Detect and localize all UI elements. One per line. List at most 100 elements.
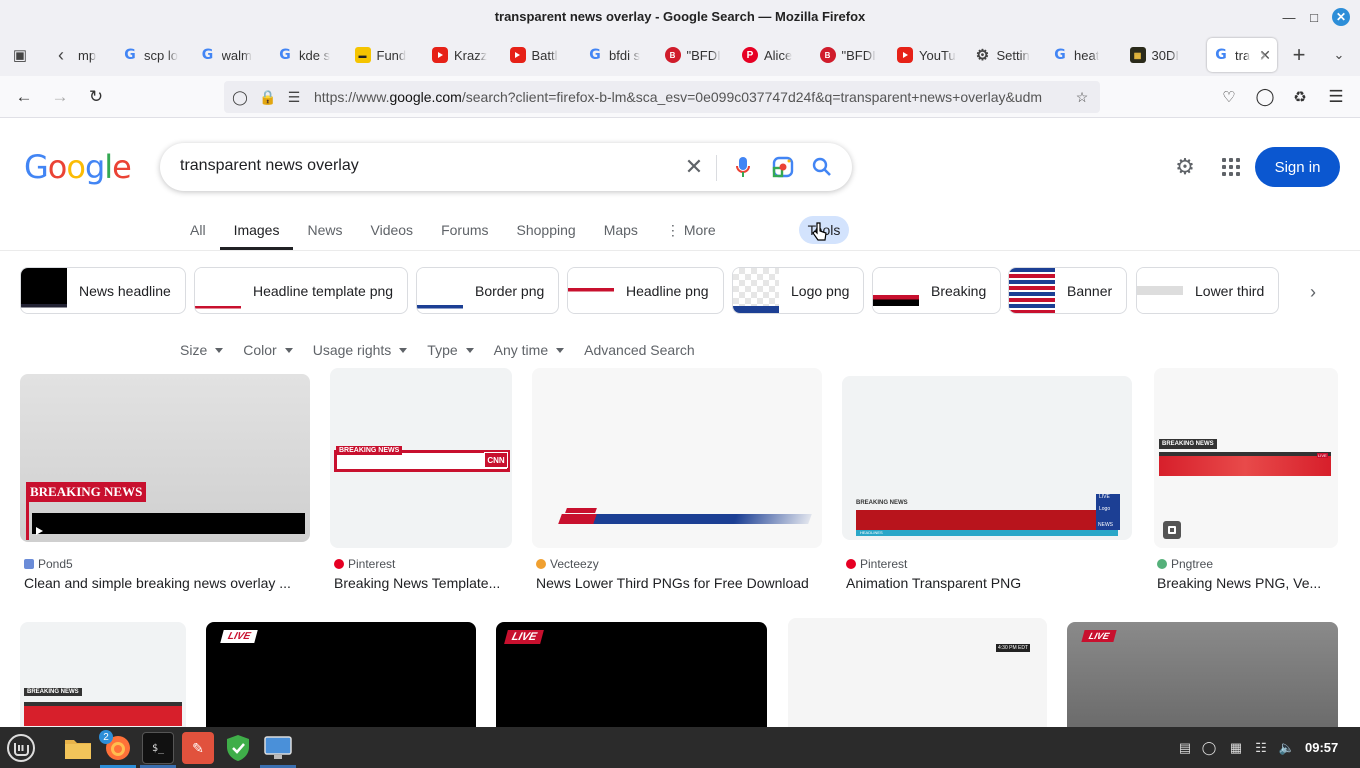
account-icon[interactable]: ◯	[1254, 86, 1276, 108]
file-manager-icon[interactable]	[62, 732, 94, 764]
result-image[interactable]: LIVE	[496, 622, 767, 732]
search-submit-icon[interactable]	[810, 155, 834, 179]
close-window-icon[interactable]: ✕	[1332, 8, 1350, 26]
clipboard-tray-icon[interactable]: ▤	[1176, 739, 1194, 757]
chip-news-headline[interactable]: News headline	[20, 267, 186, 314]
search-input[interactable]	[180, 157, 660, 175]
search-tab-news[interactable]: News	[293, 216, 356, 250]
maximize-icon[interactable]: □	[1305, 8, 1323, 26]
chips-next-icon[interactable]: ›	[1300, 279, 1326, 305]
pocket-icon[interactable]: ♡	[1218, 86, 1240, 108]
chip-breaking[interactable]: Breaking	[872, 267, 1002, 314]
tab-overview-icon[interactable]: ▣	[9, 44, 31, 66]
terminal-icon[interactable]: $_	[142, 732, 174, 764]
browser-tab[interactable]: YouTu	[891, 38, 969, 72]
chip-headline-template-png[interactable]: Headline template png	[194, 267, 409, 314]
result-image[interactable]: BREAKING NEWS LIVE	[1154, 368, 1338, 548]
reload-icon[interactable]: ↻	[85, 86, 107, 108]
permissions-icon[interactable]: ☰	[284, 87, 304, 107]
search-tab-more[interactable]: ⋮ More	[652, 216, 730, 250]
chip-border-png[interactable]: Border png	[416, 267, 560, 314]
search-tab-forums[interactable]: Forums	[427, 216, 502, 250]
search-tab-maps[interactable]: Maps	[590, 216, 652, 250]
result-image[interactable]: 4:30 PM EDT	[788, 618, 1047, 732]
result-title[interactable]: Breaking News PNG, Ve...	[1157, 575, 1337, 591]
chip-logo-png[interactable]: Logo png	[732, 267, 865, 314]
forward-icon[interactable]: →	[49, 86, 71, 108]
browser-tab[interactable]: ▬ Fund	[349, 38, 427, 72]
browser-tab[interactable]: ⚙ Settin	[969, 38, 1047, 72]
google-apps-icon[interactable]	[1220, 156, 1242, 178]
lock-icon[interactable]: 🔒	[258, 87, 278, 107]
new-tab-icon[interactable]: +	[1288, 42, 1310, 67]
google-logo[interactable]: Google	[24, 148, 132, 186]
url-text[interactable]: https://www.google.com/search?client=fir…	[314, 89, 1062, 105]
result-image[interactable]: LIVE	[206, 622, 476, 732]
browser-tab[interactable]: Gscp lo	[116, 38, 194, 72]
browser-tab[interactable]: Gheat	[1046, 38, 1124, 72]
volume-tray-icon[interactable]: 🔈	[1278, 739, 1296, 757]
shield-tray-icon[interactable]: ◯	[1200, 739, 1218, 757]
search-tab-videos[interactable]: Videos	[357, 216, 428, 250]
result-image[interactable]	[532, 368, 822, 548]
result-title[interactable]: Clean and simple breaking news overlay .…	[24, 575, 310, 591]
browser-tab[interactable]: Gwalm	[194, 38, 272, 72]
back-icon[interactable]: ←	[13, 86, 35, 108]
extensions-icon[interactable]: ♻	[1289, 86, 1311, 108]
start-menu-icon[interactable]	[5, 732, 37, 764]
url-bar[interactable]: ◯ 🔒 ☰ https://www.google.com/search?clie…	[224, 81, 1100, 113]
sign-in-button[interactable]: Sign in	[1255, 147, 1340, 187]
result-image[interactable]: BREAKING NEWS LIVE Logo NEWS HEADLINES	[842, 376, 1132, 540]
browser-tab[interactable]: ▦ 30DI	[1124, 38, 1202, 72]
network-tray-icon[interactable]: ☷	[1252, 739, 1270, 757]
result-title[interactable]: Animation Transparent PNG	[846, 575, 1136, 591]
minimize-icon[interactable]: —	[1280, 8, 1298, 26]
filter-usage-rights[interactable]: Usage rights	[313, 342, 408, 358]
list-all-tabs-icon[interactable]: ⌄	[1328, 44, 1350, 66]
shield-app-icon[interactable]	[222, 732, 254, 764]
lens-search-icon[interactable]	[771, 155, 795, 179]
filter-size[interactable]: Size	[180, 342, 224, 358]
result-source[interactable]: Pngtree	[1157, 557, 1213, 571]
filter-color[interactable]: Color	[243, 342, 293, 358]
menu-icon[interactable]: ☰	[1325, 86, 1347, 108]
chip-lower-third[interactable]: Lower third	[1136, 267, 1280, 314]
filter-advanced-search[interactable]: Advanced Search	[584, 342, 695, 358]
sticky-notes-icon[interactable]: ✎	[182, 732, 214, 764]
browser-tab[interactable]: Krazz	[426, 38, 504, 72]
search-tab-shopping[interactable]: Shopping	[503, 216, 590, 250]
search-tab-images[interactable]: Images	[219, 216, 294, 250]
chip-banner[interactable]: Banner	[1008, 267, 1128, 314]
voice-search-icon[interactable]	[731, 155, 755, 179]
browser-tab[interactable]: mp	[72, 38, 116, 72]
tabs-scroll-right-icon[interactable]: ›	[1252, 44, 1274, 66]
display-settings-icon[interactable]	[262, 732, 294, 764]
browser-tab[interactable]: B "BFDI	[659, 38, 737, 72]
result-image[interactable]: BREAKING NEWS CNN	[330, 368, 512, 548]
clear-search-icon[interactable]: ✕	[682, 154, 706, 179]
browser-tab[interactable]: B "BFDI	[814, 38, 892, 72]
result-title[interactable]: Breaking News Template...	[334, 575, 512, 591]
settings-gear-icon[interactable]: ⚙	[1172, 154, 1198, 180]
chip-headline-png[interactable]: Headline png	[567, 267, 724, 314]
shield-icon[interactable]: ◯	[230, 87, 250, 107]
result-image[interactable]: BREAKING NEWS	[20, 374, 310, 542]
search-box[interactable]: ✕	[160, 143, 852, 191]
filter-type[interactable]: Type	[427, 342, 474, 358]
clock[interactable]: 09:57	[1305, 740, 1338, 755]
result-source[interactable]: Pond5	[24, 557, 73, 571]
browser-tab[interactable]: Gkde s	[271, 38, 349, 72]
filter-any-time[interactable]: Any time	[494, 342, 565, 358]
notes-tray-icon[interactable]: ▦	[1227, 739, 1245, 757]
result-source[interactable]: Pinterest	[846, 557, 907, 571]
browser-tab[interactable]: Gbfdi s	[581, 38, 659, 72]
result-source[interactable]: Vecteezy	[536, 557, 599, 571]
result-image[interactable]: BREAKING NEWS	[20, 622, 186, 732]
result-source[interactable]: Pinterest	[334, 557, 395, 571]
browser-tab[interactable]: Battl	[504, 38, 582, 72]
result-image[interactable]: LIVE	[1067, 622, 1338, 732]
result-title[interactable]: News Lower Third PNGs for Free Download	[536, 575, 826, 591]
browser-tab[interactable]: P Alice	[736, 38, 814, 72]
search-tab-all[interactable]: All	[176, 216, 220, 250]
bookmark-star-icon[interactable]: ☆	[1072, 87, 1092, 107]
